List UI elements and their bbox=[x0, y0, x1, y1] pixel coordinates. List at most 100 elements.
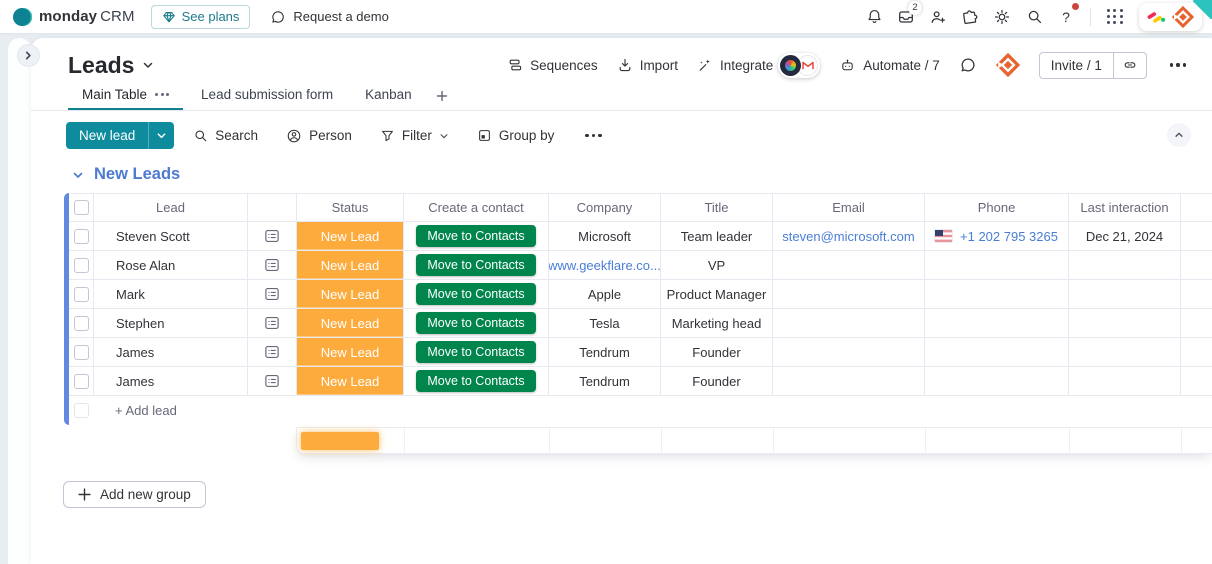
last-interaction-cell[interactable] bbox=[1068, 251, 1180, 279]
updates-note-icon[interactable] bbox=[263, 372, 281, 390]
filter-button[interactable]: Filter bbox=[371, 122, 458, 149]
copy-link-icon[interactable] bbox=[1113, 53, 1146, 78]
status-cell[interactable]: New Lead bbox=[296, 367, 403, 395]
status-cell[interactable]: New Lead bbox=[296, 338, 403, 366]
email-cell[interactable] bbox=[772, 309, 924, 337]
row-checkbox[interactable] bbox=[74, 287, 89, 302]
column-header-lead[interactable]: Lead bbox=[93, 194, 247, 221]
updates-note-icon[interactable] bbox=[263, 285, 281, 303]
email-cell[interactable] bbox=[772, 338, 924, 366]
new-lead-split-button[interactable]: New lead bbox=[66, 122, 174, 149]
add-lead-row[interactable]: + Add lead bbox=[69, 396, 1212, 425]
board-options-menu-icon[interactable] bbox=[1166, 59, 1190, 70]
move-to-contacts-button[interactable]: Move to Contacts bbox=[416, 312, 535, 334]
company-cell[interactable]: Apple bbox=[548, 280, 660, 308]
settings-gear-icon[interactable] bbox=[988, 3, 1016, 31]
import-button[interactable]: Import bbox=[617, 57, 678, 73]
add-view-button[interactable] bbox=[430, 90, 458, 110]
search-icon[interactable] bbox=[1020, 3, 1048, 31]
tab-options-icon[interactable] bbox=[155, 93, 169, 96]
last-interaction-cell[interactable]: Dec 21, 2024 bbox=[1068, 222, 1180, 250]
title-cell[interactable]: Founder bbox=[660, 338, 772, 366]
invite-button[interactable]: Invite / 1 bbox=[1039, 52, 1147, 79]
updates-note-icon[interactable] bbox=[263, 314, 281, 332]
tab-lead-submission-form[interactable]: Lead submission form bbox=[187, 87, 347, 110]
updates-cell[interactable] bbox=[247, 222, 296, 250]
title-cell[interactable]: Team leader bbox=[660, 222, 772, 250]
sequences-button[interactable]: Sequences bbox=[507, 57, 598, 73]
invite-members-icon[interactable] bbox=[924, 3, 952, 31]
app-switcher-grid-icon[interactable] bbox=[1101, 3, 1129, 31]
board-chat-button[interactable] bbox=[959, 56, 977, 74]
row-checkbox[interactable] bbox=[74, 229, 89, 244]
status-cell[interactable]: New Lead bbox=[296, 222, 403, 250]
lead-name-cell[interactable]: Stephen bbox=[93, 309, 247, 337]
column-header-email[interactable]: Email bbox=[772, 194, 924, 221]
last-interaction-cell[interactable] bbox=[1068, 309, 1180, 337]
request-demo-button[interactable]: Request a demo bbox=[270, 9, 388, 25]
title-cell[interactable]: VP bbox=[660, 251, 772, 279]
title-cell[interactable]: Product Manager bbox=[660, 280, 772, 308]
board-title[interactable]: Leads bbox=[68, 52, 154, 79]
expand-sidebar-button[interactable] bbox=[17, 44, 40, 67]
updates-note-icon[interactable] bbox=[263, 256, 281, 274]
email-cell[interactable] bbox=[772, 251, 924, 279]
phone-cell[interactable] bbox=[924, 338, 1068, 366]
last-interaction-cell[interactable] bbox=[1068, 367, 1180, 395]
new-lead-dropdown-icon[interactable] bbox=[148, 122, 174, 149]
toolbar-more-icon[interactable] bbox=[581, 130, 605, 141]
move-to-contacts-button[interactable]: Move to Contacts bbox=[416, 341, 535, 363]
move-to-contacts-button[interactable]: Move to Contacts bbox=[416, 370, 535, 392]
last-interaction-cell[interactable] bbox=[1068, 280, 1180, 308]
status-cell[interactable]: New Lead bbox=[296, 280, 403, 308]
row-checkbox[interactable] bbox=[74, 374, 89, 389]
row-checkbox[interactable] bbox=[74, 258, 89, 273]
lead-name-cell[interactable]: Mark bbox=[93, 280, 247, 308]
collapse-header-button[interactable] bbox=[1167, 123, 1191, 147]
status-cell[interactable]: New Lead bbox=[296, 309, 403, 337]
column-header-title[interactable]: Title bbox=[660, 194, 772, 221]
select-all-checkbox[interactable] bbox=[74, 200, 89, 215]
lead-name-cell[interactable]: Steven Scott bbox=[93, 222, 247, 250]
phone-cell[interactable] bbox=[924, 367, 1068, 395]
tab-main-table[interactable]: Main Table bbox=[68, 87, 183, 110]
add-new-group-button[interactable]: Add new group bbox=[63, 481, 206, 508]
lead-name-cell[interactable]: James bbox=[93, 367, 247, 395]
filter-chevron-icon[interactable] bbox=[439, 131, 449, 141]
status-distribution-bar[interactable] bbox=[301, 432, 379, 450]
help-icon[interactable]: ? bbox=[1052, 3, 1080, 31]
updates-cell[interactable] bbox=[247, 251, 296, 279]
column-header-create-contact[interactable]: Create a contact bbox=[403, 194, 548, 221]
group-collapse-chevron-icon[interactable] bbox=[72, 169, 84, 181]
move-to-contacts-button[interactable]: Move to Contacts bbox=[416, 254, 535, 276]
integrate-button[interactable]: Integrate bbox=[697, 53, 820, 78]
tab-kanban[interactable]: Kanban bbox=[351, 87, 426, 110]
move-to-contacts-button[interactable]: Move to Contacts bbox=[416, 225, 535, 247]
see-plans-button[interactable]: See plans bbox=[151, 5, 251, 29]
title-cell[interactable]: Founder bbox=[660, 367, 772, 395]
lead-name-cell[interactable]: Rose Alan bbox=[93, 251, 247, 279]
person-filter-button[interactable]: Person bbox=[277, 122, 361, 149]
status-cell[interactable]: New Lead bbox=[296, 251, 403, 279]
phone-cell[interactable] bbox=[924, 309, 1068, 337]
company-cell[interactable]: Microsoft bbox=[548, 222, 660, 250]
phone-cell[interactable] bbox=[924, 280, 1068, 308]
add-lead-label[interactable]: + Add lead bbox=[93, 403, 1212, 418]
geekflare-extension-button[interactable] bbox=[996, 53, 1020, 77]
row-checkbox[interactable] bbox=[74, 316, 89, 331]
phone-cell[interactable] bbox=[924, 251, 1068, 279]
column-header-status[interactable]: Status bbox=[296, 194, 403, 221]
search-button[interactable]: Search bbox=[184, 122, 267, 149]
status-distribution-cell[interactable] bbox=[297, 428, 404, 453]
move-to-contacts-button[interactable]: Move to Contacts bbox=[416, 283, 535, 305]
updates-cell[interactable] bbox=[247, 338, 296, 366]
notifications-bell-icon[interactable] bbox=[860, 3, 888, 31]
company-cell[interactable]: www.geekflare.co... bbox=[548, 251, 660, 279]
row-checkbox[interactable] bbox=[74, 345, 89, 360]
column-header-company[interactable]: Company bbox=[548, 194, 660, 221]
company-cell[interactable]: Tesla bbox=[548, 309, 660, 337]
column-header-phone[interactable]: Phone bbox=[924, 194, 1068, 221]
group-header[interactable]: New Leads bbox=[72, 165, 180, 184]
apps-marketplace-icon[interactable] bbox=[956, 3, 984, 31]
updates-note-icon[interactable] bbox=[263, 227, 281, 245]
